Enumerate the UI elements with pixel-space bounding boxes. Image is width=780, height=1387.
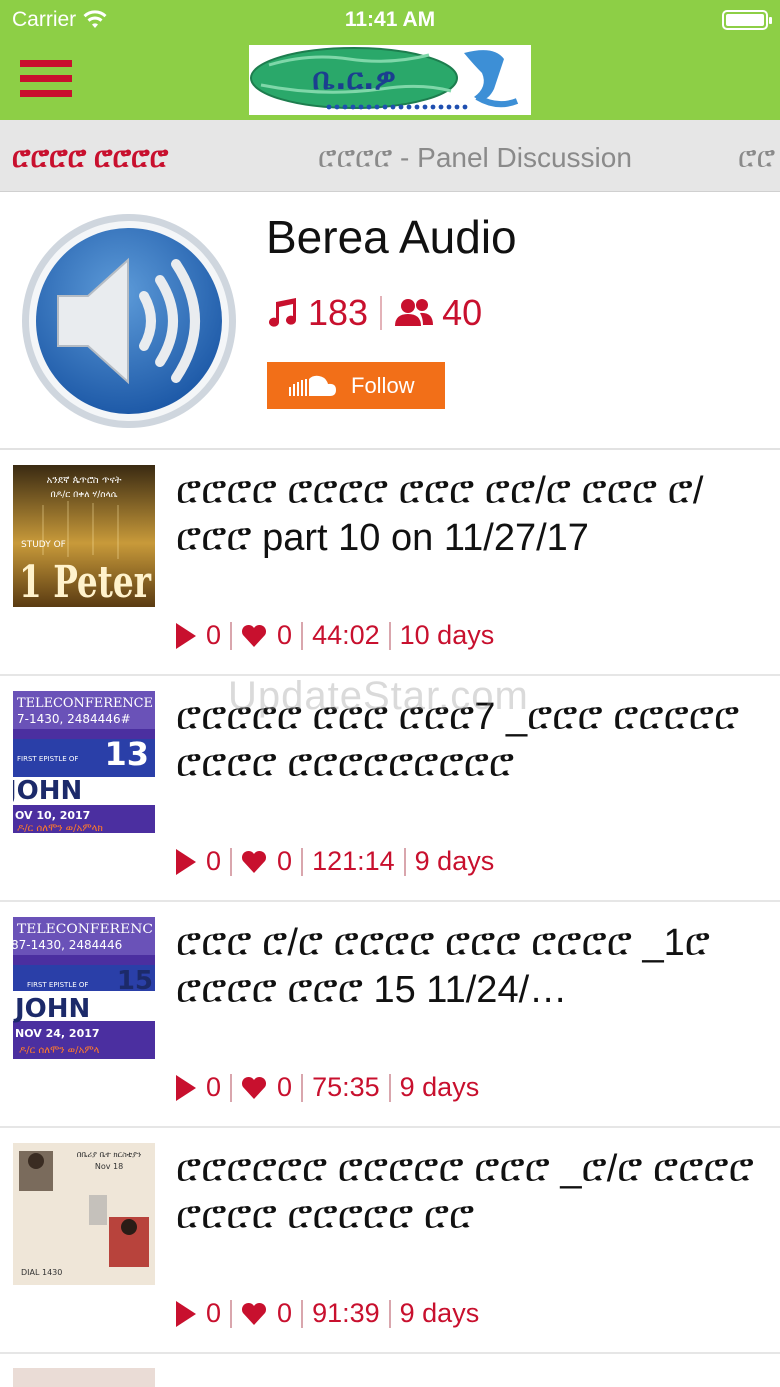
meta-divider — [301, 1299, 304, 1328]
meta-divider — [230, 847, 233, 876]
artwork-line-1: TELECONFERENC — [17, 922, 153, 937]
play-icon — [176, 622, 196, 649]
artwork-speaker: ዶ/ር ሰለሞን ወ/አምላክ — [17, 823, 103, 833]
hamburger-menu-icon[interactable] — [20, 60, 72, 100]
profile-header: Berea Audio 183 40 Follow — [0, 192, 780, 450]
track-duration: 91:39 — [312, 1298, 380, 1328]
artwork-date: OV 10, 2017 — [15, 809, 90, 822]
logo-text: ቤ.ር.ዎ — [312, 62, 395, 97]
meta-divider — [388, 1073, 391, 1102]
app-logo: ቤ.ር.ዎ — [249, 45, 531, 115]
speaker-icon — [22, 214, 236, 428]
artwork-number: 13 — [104, 735, 149, 773]
tab-more[interactable]: ሮሮ — [738, 142, 775, 175]
track-row[interactable]: TELECONFERENCE 7-1430, 2484446# FIRST EP… — [0, 676, 780, 902]
heart-icon — [242, 1076, 267, 1099]
track-meta: 0 0 121:14 9 days — [176, 846, 494, 877]
followers-icon — [395, 299, 434, 326]
play-count: 0 — [206, 1072, 222, 1102]
artwork-line-3: DIAL 1430 — [21, 1268, 62, 1277]
track-age: 9 days — [414, 846, 495, 876]
play-icon — [176, 1074, 196, 1101]
category-tab-bar: ሮሮሮሮ ሮሮሮሮ ሮሮሮሮ - Panel Discussion ሮሮ — [0, 120, 780, 192]
meta-divider — [301, 1073, 304, 1102]
track-meta: 0 0 91:39 9 days — [176, 1298, 479, 1329]
meta-divider — [230, 621, 233, 650]
play-icon — [176, 1300, 196, 1327]
track-row[interactable] — [0, 1354, 780, 1387]
track-artwork: በቤሪያ ቤተ ክርስቲያን Nov 18 DIAL 1430 — [13, 1143, 155, 1285]
artwork-line-1: በቤሪያ ቤተ ክርስቲያን — [77, 1150, 141, 1159]
track-artwork: TELECONFERENCE 7-1430, 2484446# FIRST EP… — [13, 691, 155, 833]
track-title: ሮሮሮሮ ሮሮሮሮ ሮሮሮ ሮሮ/ሮ ሮሮሮ ሮ/ሮሮሮ part 10 on … — [176, 470, 704, 559]
meta-divider — [301, 847, 304, 876]
meta-divider — [403, 847, 406, 876]
status-time: 11:41 AM — [344, 8, 436, 31]
tab-panel-discussion[interactable]: ሮሮሮሮ - Panel Discussion — [318, 142, 632, 175]
track-title: ሮሮሮ ሮ/ሮ ሮሮሮሮ ሮሮሮ ሮሮሮሮ _1ሮ ሮሮሮሮ ሮሮሮ 15 11… — [176, 922, 710, 1011]
tab-main[interactable]: ሮሮሮሮ ሮሮሮሮ — [12, 142, 168, 175]
artwork-book: JOHN — [13, 994, 90, 1024]
play-count: 0 — [206, 1298, 222, 1328]
artwork-number: 15 — [117, 966, 153, 996]
play-count: 0 — [206, 846, 222, 876]
like-count: 0 — [277, 1298, 293, 1328]
track-age: 9 days — [399, 1072, 480, 1102]
track-meta: 0 0 75:35 9 days — [176, 1072, 479, 1103]
artwork-book: JOHN — [13, 776, 82, 806]
navigation-bar: Carrier 11:41 AM ቤ.ር.ዎ — [0, 0, 780, 120]
artwork-epistle: FIRST EPISTLE OF — [17, 755, 78, 763]
artwork-epistle: FIRST EPISTLE OF — [27, 981, 88, 989]
track-artwork — [13, 1368, 155, 1387]
profile-name: Berea Audio — [266, 211, 517, 263]
track-duration: 44:02 — [312, 620, 380, 650]
artwork-title: 1 Peter — [19, 557, 152, 607]
meta-divider — [230, 1073, 233, 1102]
artwork-line-3: STUDY OF — [21, 540, 66, 550]
meta-divider — [230, 1299, 233, 1328]
soundcloud-icon — [289, 375, 336, 396]
artwork-line-2: በዶ/ር በቀለ ሃ/ስላሴ — [51, 490, 118, 500]
artwork-line-2: 7-1430, 2484446# — [17, 712, 131, 726]
track-row[interactable]: TELECONFERENC 87-1430, 2484446 FIRST EPI… — [0, 902, 780, 1128]
battery-icon — [722, 10, 772, 30]
music-note-icon — [269, 298, 297, 327]
like-count: 0 — [277, 1072, 293, 1102]
artwork-speaker: ዶ/ር ሰለሞን ወ/አምላ — [19, 1045, 100, 1056]
heart-icon — [242, 1302, 267, 1325]
heart-icon — [242, 850, 267, 873]
artwork-date: NOV 24, 2017 — [15, 1027, 100, 1040]
track-duration: 75:35 — [312, 1072, 380, 1102]
track-row[interactable]: አንደኛ ጴጥሮስ ጥናት በዶ/ር በቀለ ሃ/ስላሴ STUDY OF 1 … — [0, 450, 780, 676]
track-title: ሮሮሮሮሮሮ ሮሮሮሮሮ ሮሮሮ _ሮ/ሮ ሮሮሮሮ ሮሮሮሮ ሮሮሮሮሮ ሮሮ — [176, 1148, 754, 1237]
meta-divider — [301, 621, 304, 650]
globe-phone-logo-icon: ቤ.ር.ዎ — [249, 45, 531, 115]
play-icon — [176, 848, 196, 875]
tracks-count: 183 — [308, 292, 369, 333]
track-age: 10 days — [399, 620, 495, 650]
track-duration: 121:14 — [312, 846, 395, 876]
stats-divider — [380, 296, 383, 330]
artwork-line-2: Nov 18 — [95, 1162, 123, 1171]
profile-stats: 183 40 — [266, 292, 482, 334]
heart-icon — [242, 624, 267, 647]
track-row[interactable]: በቤሪያ ቤተ ክርስቲያን Nov 18 DIAL 1430 ሮሮሮሮሮሮ ሮ… — [0, 1128, 780, 1354]
track-artwork: TELECONFERENC 87-1430, 2484446 FIRST EPI… — [13, 917, 155, 1059]
follow-button[interactable]: Follow — [267, 362, 445, 409]
status-bar: Carrier 11:41 AM — [0, 0, 780, 40]
artwork-line-2: 87-1430, 2484446 — [13, 938, 122, 952]
artwork-line-1: TELECONFERENCE — [17, 696, 153, 711]
meta-divider — [388, 621, 391, 650]
meta-divider — [388, 1299, 391, 1328]
play-count: 0 — [206, 620, 222, 650]
track-artwork: አንደኛ ጴጥሮስ ጥናት በዶ/ር በቀለ ሃ/ስላሴ STUDY OF 1 … — [13, 465, 155, 607]
followers-count: 40 — [442, 292, 483, 333]
track-age: 9 days — [399, 1298, 480, 1328]
like-count: 0 — [277, 620, 293, 650]
track-meta: 0 0 44:02 10 days — [176, 620, 494, 651]
like-count: 0 — [277, 846, 293, 876]
follow-label: Follow — [351, 372, 415, 398]
artwork-line-1: አንደኛ ጴጥሮስ ጥናት — [46, 475, 121, 486]
track-title: ሮሮሮሮሮ ሮሮሮ ሮሮሮ7 _ሮሮሮ ሮሮሮሮሮ ሮሮሮሮ ሮሮሮሮሮሮሮሮሮ — [176, 696, 740, 785]
